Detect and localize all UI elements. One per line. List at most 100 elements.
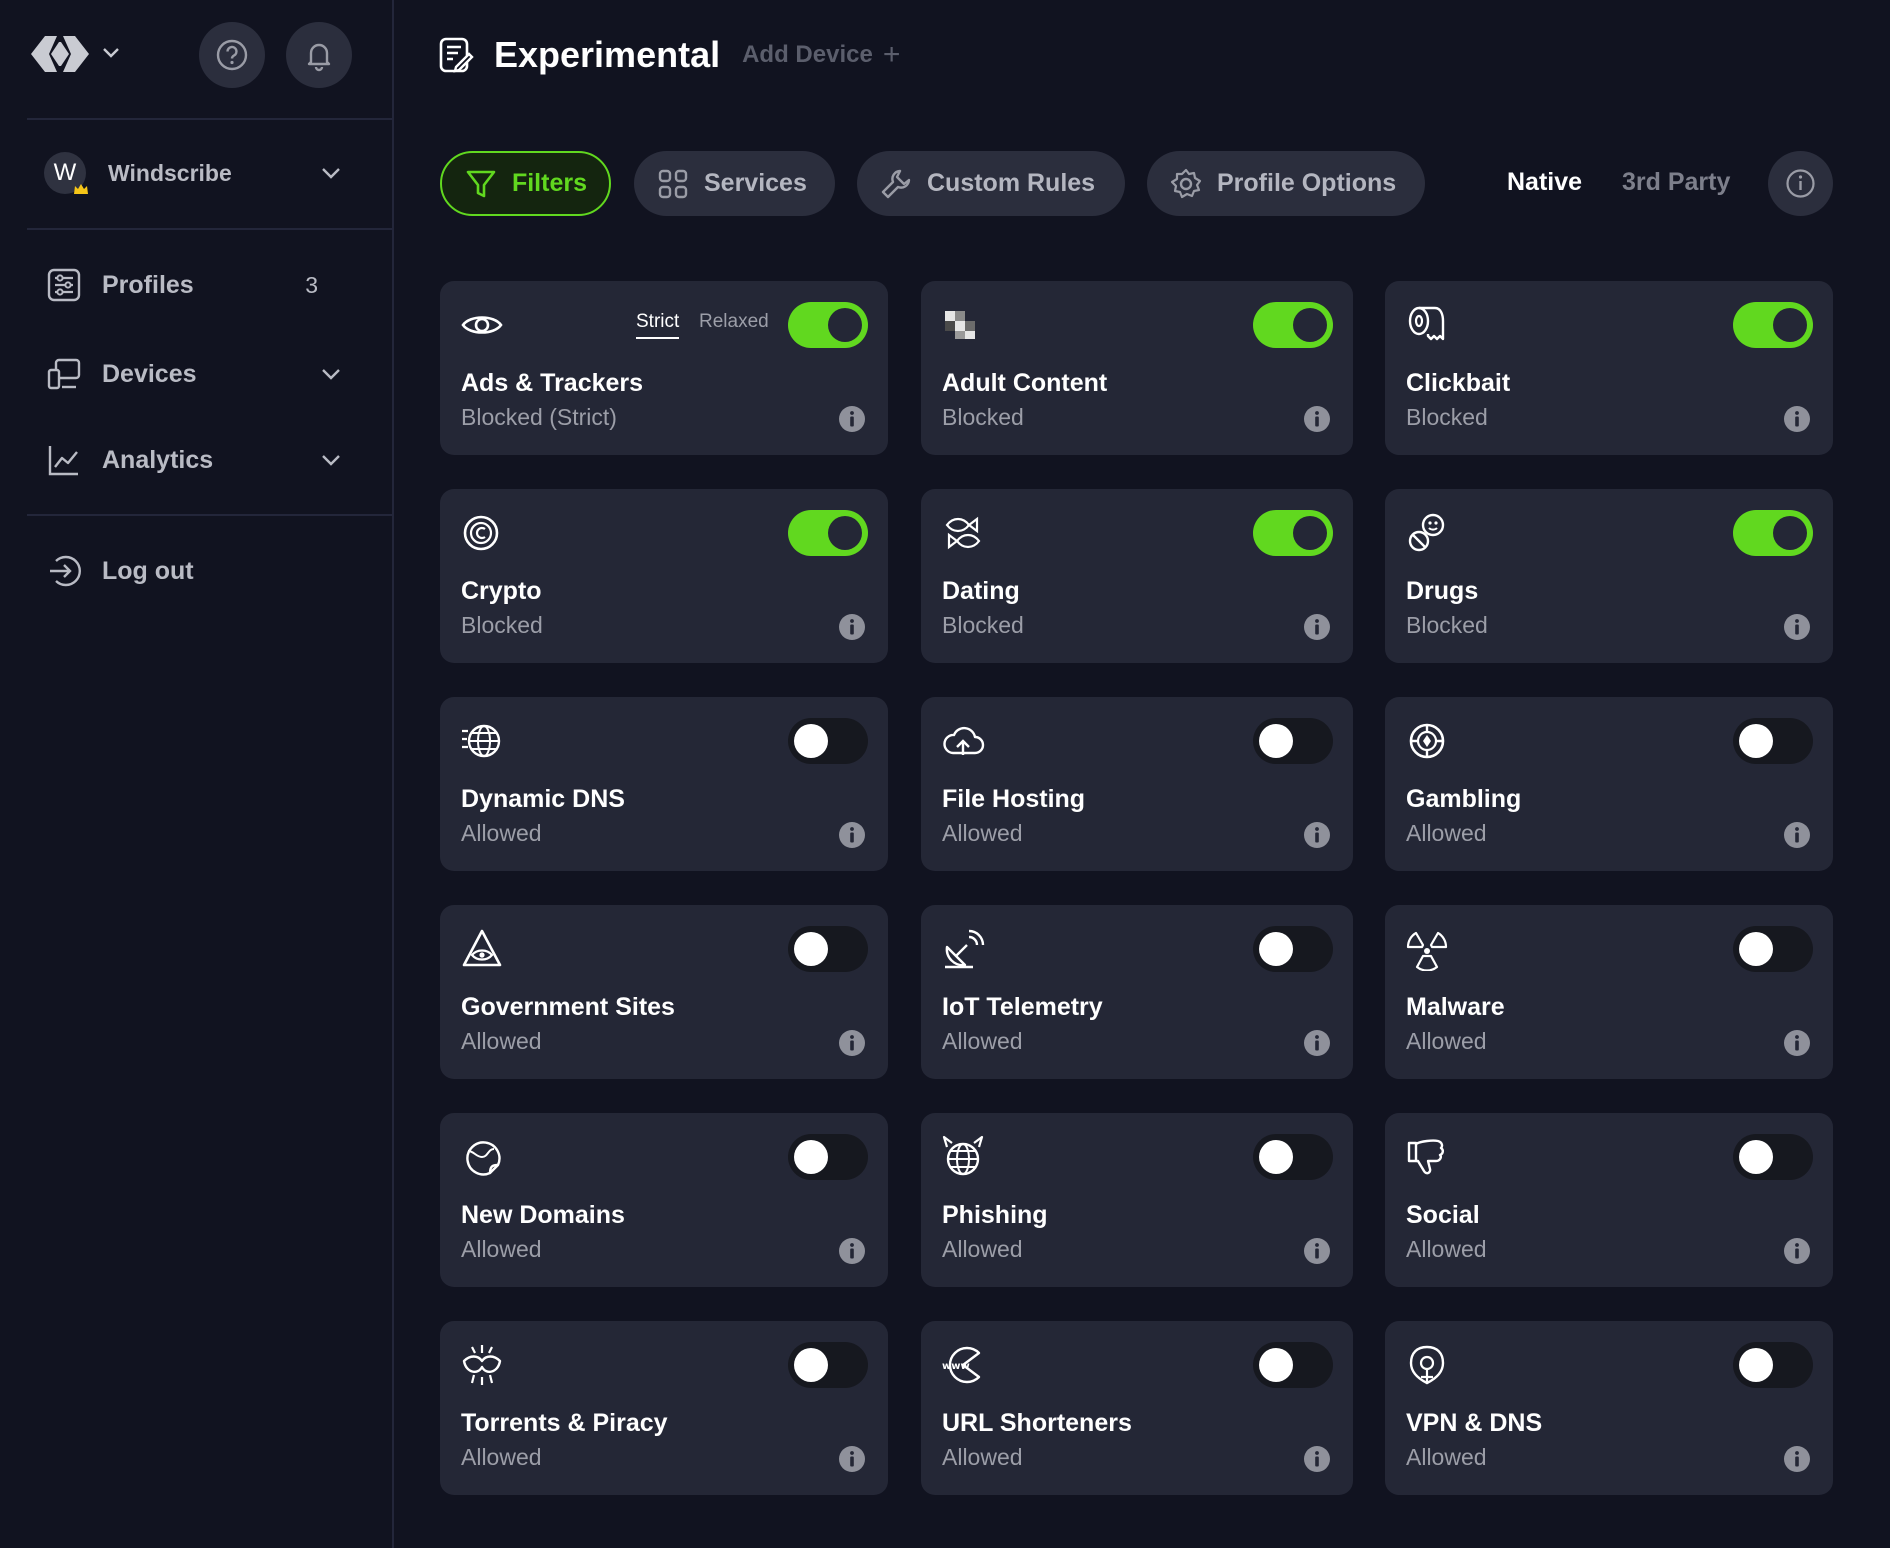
- all-seeing-eye-icon: [462, 929, 502, 967]
- filter-toggle[interactable]: [1733, 718, 1813, 764]
- logout-label: Log out: [102, 556, 194, 585]
- filter-toggle[interactable]: [788, 510, 868, 556]
- toggle-knob: [1739, 932, 1773, 966]
- info-icon[interactable]: [1783, 405, 1811, 433]
- info-icon[interactable]: [1303, 1237, 1331, 1265]
- devices-icon: [44, 354, 84, 394]
- filter-toggle[interactable]: [1733, 926, 1813, 972]
- notifications-button[interactable]: [286, 22, 352, 88]
- info-icon[interactable]: [1768, 151, 1833, 216]
- avatar-initial: W: [53, 159, 77, 186]
- toggle-knob: [828, 308, 862, 342]
- filter-toggle[interactable]: [1253, 926, 1333, 972]
- filter-title: Ads & Trackers: [461, 369, 644, 397]
- filter-toggle[interactable]: [1253, 1342, 1333, 1388]
- info-icon[interactable]: [838, 1237, 866, 1265]
- filter-toggle[interactable]: [1733, 1342, 1813, 1388]
- help-button[interactable]: [199, 22, 265, 88]
- logout-button[interactable]: Log out: [44, 546, 344, 596]
- filter-title: Social: [1406, 1201, 1480, 1229]
- info-icon[interactable]: [1783, 613, 1811, 641]
- globe-sticker-icon: [466, 1141, 501, 1176]
- eye-icon: [461, 316, 503, 334]
- filter-title: VPN & DNS: [1406, 1409, 1543, 1437]
- filter-status: Allowed: [1406, 1444, 1487, 1470]
- profiles-count: 3: [305, 271, 318, 298]
- info-icon[interactable]: [838, 613, 866, 641]
- chevron-down-icon[interactable]: [318, 160, 344, 186]
- info-icon[interactable]: [1783, 1029, 1811, 1057]
- tab-label: Services: [704, 169, 807, 197]
- chevron-down-icon[interactable]: [99, 40, 123, 64]
- filter-card: Gambling Allowed: [1385, 697, 1833, 871]
- sidebar-item-profiles[interactable]: Profiles 3: [44, 260, 344, 310]
- account-selector[interactable]: W Windscribe: [44, 150, 344, 196]
- tab-services[interactable]: Services: [634, 151, 835, 216]
- filter-title: Phishing: [942, 1201, 1048, 1229]
- tab-profile-options[interactable]: Profile Options: [1147, 151, 1425, 216]
- plus-icon: +: [882, 38, 901, 71]
- add-device-button[interactable]: Add Device +: [742, 38, 900, 72]
- filter-toggle[interactable]: [1253, 302, 1333, 348]
- info-icon[interactable]: [838, 821, 866, 849]
- filter-status: Allowed: [942, 820, 1023, 846]
- info-icon[interactable]: [1303, 821, 1331, 849]
- filter-toggle[interactable]: [1253, 1134, 1333, 1180]
- windscribe-logo-icon[interactable]: [27, 32, 93, 76]
- filter-toggle[interactable]: [788, 1342, 868, 1388]
- info-icon[interactable]: [1303, 613, 1331, 641]
- filter-card: New Domains Allowed: [440, 1113, 888, 1287]
- info-icon[interactable]: [1303, 405, 1331, 433]
- filter-card: IoT Telemetry Allowed: [921, 905, 1353, 1079]
- filter-card: Phishing Allowed: [921, 1113, 1353, 1287]
- filter-toggle[interactable]: [1253, 718, 1333, 764]
- info-icon[interactable]: [1783, 1445, 1811, 1473]
- filter-toggle[interactable]: [1733, 510, 1813, 556]
- filter-title: URL Shorteners: [942, 1409, 1132, 1437]
- filter-title: IoT Telemetry: [942, 993, 1103, 1021]
- filter-title: Government Sites: [461, 993, 675, 1021]
- tab-custom-rules[interactable]: Custom Rules: [857, 151, 1125, 216]
- filter-card: Social Allowed: [1385, 1113, 1833, 1287]
- wrench-icon: [879, 167, 913, 201]
- filter-toggle[interactable]: [1733, 1134, 1813, 1180]
- info-icon[interactable]: [1303, 1445, 1331, 1473]
- filter-toggle[interactable]: [788, 718, 868, 764]
- chevron-down-icon[interactable]: [318, 447, 344, 473]
- filter-card: Drugs Blocked: [1385, 489, 1833, 663]
- toggle-knob: [1739, 724, 1773, 758]
- tab-filters[interactable]: Filters: [440, 151, 611, 216]
- sidebar-item-label: Profiles: [102, 270, 194, 299]
- info-icon[interactable]: [1783, 1237, 1811, 1265]
- pills-icon: [1408, 513, 1445, 552]
- info-icon[interactable]: [838, 405, 866, 433]
- filter-toggle[interactable]: [788, 926, 868, 972]
- filter-toggle[interactable]: [1733, 302, 1813, 348]
- fast-globe-icon: [462, 724, 501, 758]
- filter-toggle[interactable]: [788, 1134, 868, 1180]
- filter-card: Adult Content Blocked: [921, 281, 1353, 455]
- relaxed-option[interactable]: Relaxed: [699, 311, 769, 333]
- info-icon[interactable]: [1303, 1029, 1331, 1057]
- sidebar-item-analytics[interactable]: Analytics: [44, 435, 344, 485]
- pixelated-icon: [945, 311, 975, 339]
- filter-title: Drugs: [1406, 577, 1479, 605]
- info-icon[interactable]: [838, 1445, 866, 1473]
- sidebar-item-label: Devices: [102, 359, 197, 388]
- info-icon[interactable]: [1783, 821, 1811, 849]
- filter-title: Gambling: [1406, 785, 1522, 813]
- sidebar-item-devices[interactable]: Devices: [44, 349, 344, 399]
- filter-status: Allowed: [461, 1028, 542, 1054]
- toggle-knob: [1259, 1140, 1293, 1174]
- info-icon[interactable]: [838, 1029, 866, 1057]
- filter-toggle[interactable]: [788, 302, 868, 348]
- mode-third-party-tab[interactable]: 3rd Party: [1622, 168, 1730, 197]
- chevron-down-icon[interactable]: [318, 361, 344, 387]
- sidebar-top: [27, 22, 367, 92]
- filter-card: VPN & DNS Allowed: [1385, 1321, 1833, 1495]
- tab-label: Profile Options: [1217, 169, 1397, 197]
- filter-status: Allowed: [942, 1444, 1023, 1470]
- strict-option[interactable]: Strict: [636, 311, 680, 339]
- mode-native-tab[interactable]: Native: [1507, 168, 1582, 197]
- filter-toggle[interactable]: [1253, 510, 1333, 556]
